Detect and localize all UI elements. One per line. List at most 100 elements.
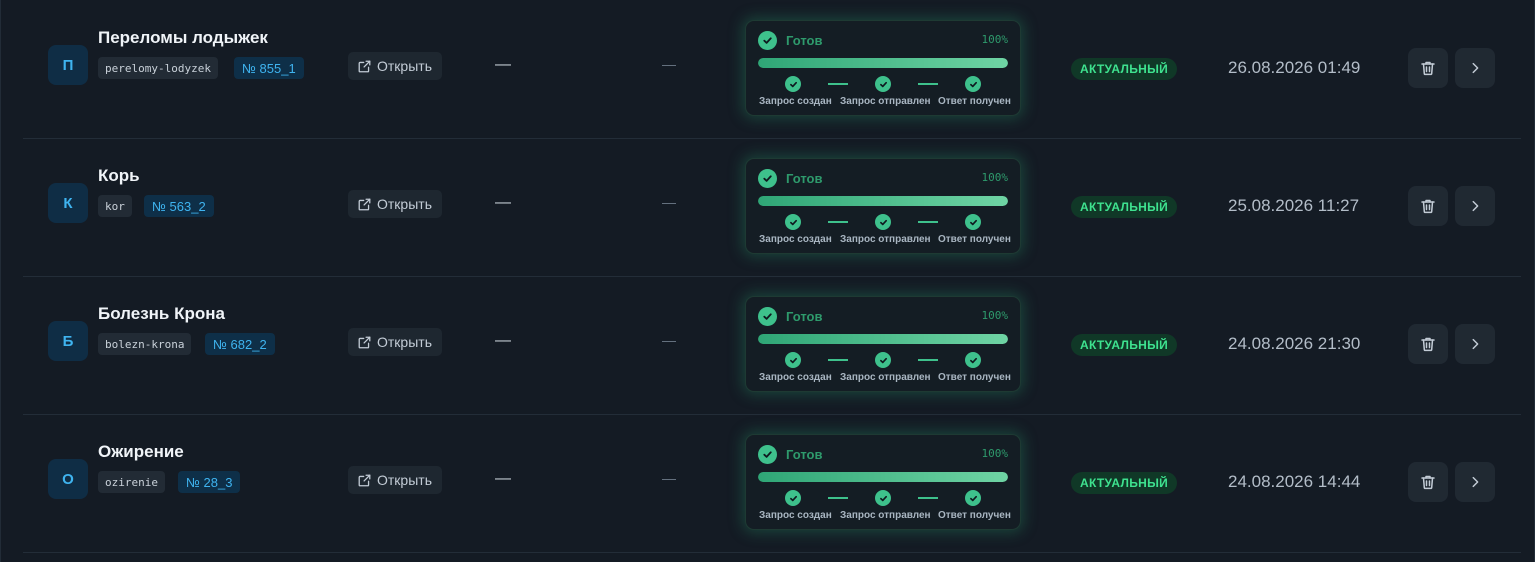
open-details-button[interactable] bbox=[1455, 462, 1495, 502]
step-connector bbox=[828, 221, 848, 223]
empty-value: — bbox=[495, 56, 511, 73]
step-connector bbox=[828, 359, 848, 361]
step-check-icon bbox=[965, 214, 981, 230]
table-row: Б Болезнь Крона bolezn-krona № 682_2 Отк… bbox=[23, 276, 1521, 415]
step-connector bbox=[828, 83, 848, 85]
external-link-icon bbox=[358, 474, 371, 486]
item-title: Корь bbox=[98, 166, 140, 185]
step-check-icon bbox=[785, 352, 801, 368]
open-details-button[interactable] bbox=[1455, 186, 1495, 226]
progress-bar bbox=[758, 472, 1008, 482]
open-button[interactable]: Открыть bbox=[348, 190, 442, 218]
step-check-icon bbox=[875, 214, 891, 230]
check-icon bbox=[758, 307, 777, 326]
empty-value: — bbox=[662, 56, 676, 72]
status-badge: АКТУАЛЬНЫЙ bbox=[1071, 196, 1178, 218]
delete-button[interactable] bbox=[1408, 186, 1448, 226]
slug-tag: perelomy-lodyzek bbox=[98, 57, 218, 79]
empty-value: — bbox=[495, 470, 511, 487]
step-check-icon bbox=[875, 352, 891, 368]
empty-value: — bbox=[495, 194, 511, 211]
timestamp: 24.08.2026 21:30 bbox=[1228, 334, 1361, 353]
step-check-icon bbox=[785, 490, 801, 506]
open-button[interactable]: Открыть bbox=[348, 52, 442, 80]
open-button-label: Открыть bbox=[377, 58, 432, 74]
status-percent: 100% bbox=[981, 309, 1009, 322]
step-check-icon bbox=[965, 352, 981, 368]
step-label: Запрос создан bbox=[759, 510, 832, 521]
delete-button[interactable] bbox=[1408, 462, 1448, 502]
step-check-icon bbox=[965, 76, 981, 92]
step-label: Ответ получен bbox=[938, 510, 1011, 521]
empty-value: — bbox=[662, 332, 676, 348]
step-check-icon bbox=[875, 76, 891, 92]
step-label: Запрос отправлен bbox=[840, 234, 931, 245]
step-check-icon bbox=[965, 490, 981, 506]
avatar: О bbox=[48, 459, 88, 499]
step-check-icon bbox=[785, 214, 801, 230]
step-connector bbox=[918, 497, 938, 499]
step-label: Ответ получен bbox=[938, 234, 1011, 245]
status-percent: 100% bbox=[981, 447, 1009, 460]
check-icon bbox=[758, 445, 777, 464]
item-title: Ожирение bbox=[98, 442, 184, 461]
avatar: К bbox=[48, 183, 88, 223]
external-link-icon bbox=[358, 336, 371, 348]
empty-value: — bbox=[662, 194, 676, 210]
step-connector bbox=[918, 221, 938, 223]
open-button-label: Открыть bbox=[377, 472, 432, 488]
step-connector bbox=[918, 83, 938, 85]
check-icon bbox=[758, 169, 777, 188]
status-percent: 100% bbox=[981, 171, 1009, 184]
step-check-icon bbox=[875, 490, 891, 506]
progress-fill bbox=[758, 334, 1008, 344]
chevron-right-icon bbox=[1472, 200, 1479, 212]
timestamp: 26.08.2026 01:49 bbox=[1228, 58, 1361, 77]
check-icon bbox=[758, 31, 777, 50]
avatar: Б bbox=[48, 321, 88, 361]
delete-button[interactable] bbox=[1408, 324, 1448, 364]
step-connector bbox=[828, 497, 848, 499]
status-label: Готов bbox=[786, 33, 823, 48]
trash-icon bbox=[1421, 199, 1435, 214]
status-badge: АКТУАЛЬНЫЙ bbox=[1071, 472, 1178, 494]
status-label: Готов bbox=[786, 309, 823, 324]
open-button-label: Открыть bbox=[377, 196, 432, 212]
delete-button[interactable] bbox=[1408, 48, 1448, 88]
item-title: Переломы лодыжек bbox=[98, 28, 268, 47]
step-connector bbox=[918, 359, 938, 361]
step-label: Запрос создан bbox=[759, 372, 832, 383]
step-check-icon bbox=[785, 76, 801, 92]
status-label: Готов bbox=[786, 447, 823, 462]
step-label: Запрос отправлен bbox=[840, 372, 931, 383]
item-title: Болезнь Крона bbox=[98, 304, 225, 323]
progress-bar bbox=[758, 334, 1008, 344]
open-details-button[interactable] bbox=[1455, 324, 1495, 364]
trash-icon bbox=[1421, 337, 1435, 352]
slug-tag: bolezn-krona bbox=[98, 333, 192, 355]
status-card: Готов 100% Запрос создан Запрос отправле… bbox=[745, 20, 1021, 116]
status-badge: АКТУАЛЬНЫЙ bbox=[1071, 334, 1178, 356]
timestamp: 24.08.2026 14:44 bbox=[1228, 472, 1361, 491]
open-details-button[interactable] bbox=[1455, 48, 1495, 88]
step-label: Запрос создан bbox=[759, 96, 832, 107]
status-card: Готов 100% Запрос создан Запрос отправле… bbox=[745, 434, 1021, 530]
external-link-icon bbox=[358, 60, 371, 72]
number-tag: № 28_3 bbox=[178, 471, 241, 493]
timestamp: 25.08.2026 11:27 bbox=[1228, 196, 1360, 215]
open-button[interactable]: Открыть bbox=[348, 466, 442, 494]
number-tag: № 682_2 bbox=[205, 333, 275, 355]
table-row: П Переломы лодыжек perelomy-lodyzek № 85… bbox=[23, 0, 1521, 139]
slug-tag: ozirenie bbox=[98, 471, 165, 493]
external-link-icon bbox=[358, 198, 371, 210]
chevron-right-icon bbox=[1472, 476, 1479, 488]
status-label: Готов bbox=[786, 171, 823, 186]
open-button-label: Открыть bbox=[377, 334, 432, 350]
empty-value: — bbox=[495, 332, 511, 349]
chevron-right-icon bbox=[1472, 62, 1479, 74]
results-list: П Переломы лодыжек perelomy-lodyzek № 85… bbox=[0, 0, 1535, 562]
chevron-right-icon bbox=[1472, 338, 1479, 350]
empty-value: — bbox=[662, 470, 676, 486]
avatar: П bbox=[48, 45, 88, 85]
open-button[interactable]: Открыть bbox=[348, 328, 442, 356]
